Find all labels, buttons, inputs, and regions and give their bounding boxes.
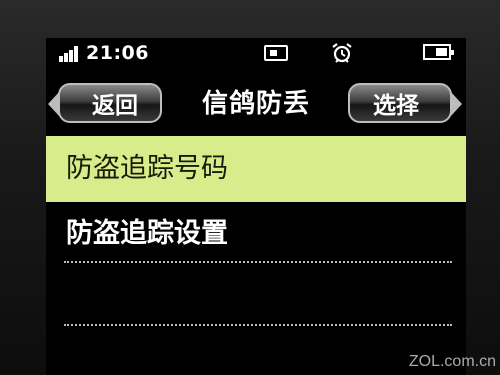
menu-item-tracking-settings[interactable]: 防盗追踪设置 [46,202,466,265]
watermark: ZOL.com.cn [408,353,496,370]
title-bar: 返回 信鸽防丢 选择 [46,80,466,130]
battery-icon [423,44,454,60]
status-time: 21:06 [86,42,149,64]
row-divider [64,324,452,326]
sim-card-icon [264,45,288,61]
back-softkey[interactable]: 返回 [48,83,162,123]
select-softkey[interactable]: 选择 [348,83,462,123]
menu-list: 防盗追踪号码 防盗追踪设置 [46,136,466,328]
alarm-icon [332,43,352,63]
menu-item-label: 防盗追踪号码 [66,153,228,184]
empty-menu-row [46,265,466,328]
status-bar: 21:06 [46,38,466,68]
menu-item-label: 防盗追踪设置 [66,218,228,249]
page-title: 信鸽防丢 [201,89,310,119]
signal-icon [59,46,83,62]
menu-item-tracking-number[interactable]: 防盗追踪号码 [46,136,466,202]
row-divider [64,261,452,263]
phone-screen: 21:06 返回 信鸽防丢 选择 防盗追踪号码 防盗追踪设置 [46,38,466,375]
